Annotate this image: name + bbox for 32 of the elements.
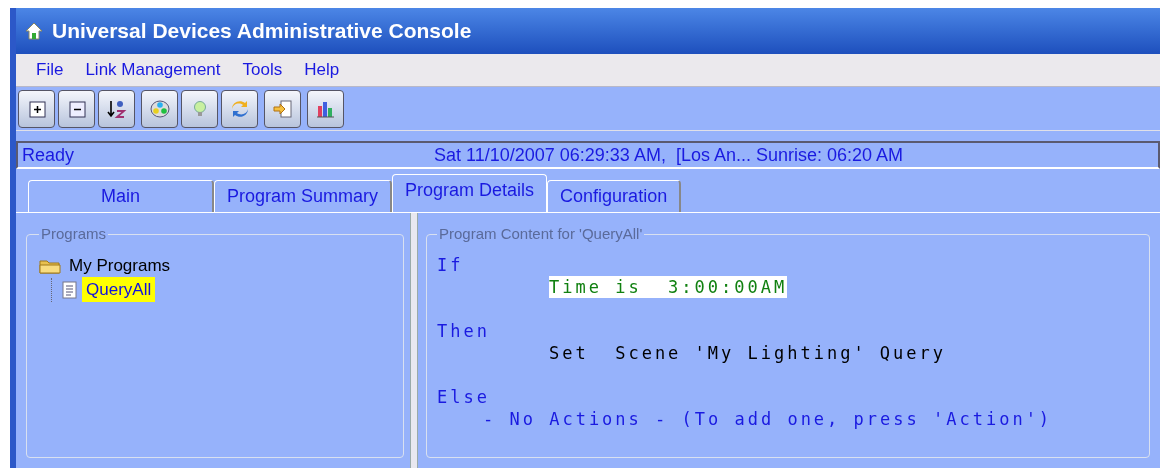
tree-item[interactable]: My Programs: [65, 252, 175, 279]
collapse-button[interactable]: [58, 89, 95, 128]
condition-text: Time is 3:00:00AM: [549, 275, 788, 298]
import-icon: [271, 97, 294, 120]
status-info: Sat 11/10/2007 06:29:33 AM, [Los An... Sunrise: 06:20 AM: [434, 143, 903, 167]
sort-button[interactable]: [98, 89, 135, 128]
tab[interactable]: Main: [28, 180, 214, 212]
folder-icon: [39, 257, 61, 274]
lightbulb-button[interactable]: [181, 89, 218, 128]
expand-button[interactable]: [18, 89, 55, 128]
note-text: - No Actions - (To add one, press 'Action'): [483, 407, 1053, 430]
import-button[interactable]: [264, 89, 301, 128]
keyword-text: If: [437, 253, 464, 276]
tab[interactable]: Program Details: [392, 174, 548, 212]
menu-item[interactable]: Tools: [242, 57, 283, 83]
bar-chart-button[interactable]: [307, 89, 344, 128]
panel-title: Programs: [40, 224, 108, 244]
keyword-text: Else: [437, 385, 490, 408]
action-text: Set Scene 'My Lighting' Query: [549, 341, 947, 364]
menu-item[interactable]: Help: [304, 57, 340, 83]
status-text: Ready: [22, 143, 75, 167]
tab[interactable]: Program Summary: [214, 180, 393, 212]
tree-item[interactable]: QueryAll: [82, 276, 156, 303]
tab[interactable]: Configuration: [547, 180, 682, 212]
panel-title: Program Content for 'QueryAll': [438, 224, 644, 244]
menu-item[interactable]: File: [36, 57, 64, 83]
keyword-text: Then: [437, 319, 490, 342]
window-title: Universal Devices Administrative Console: [52, 18, 472, 45]
menu-item[interactable]: Link Management: [85, 57, 221, 83]
house-icon: [24, 21, 44, 41]
document-icon: [62, 280, 78, 299]
refresh-button[interactable]: [221, 89, 258, 128]
